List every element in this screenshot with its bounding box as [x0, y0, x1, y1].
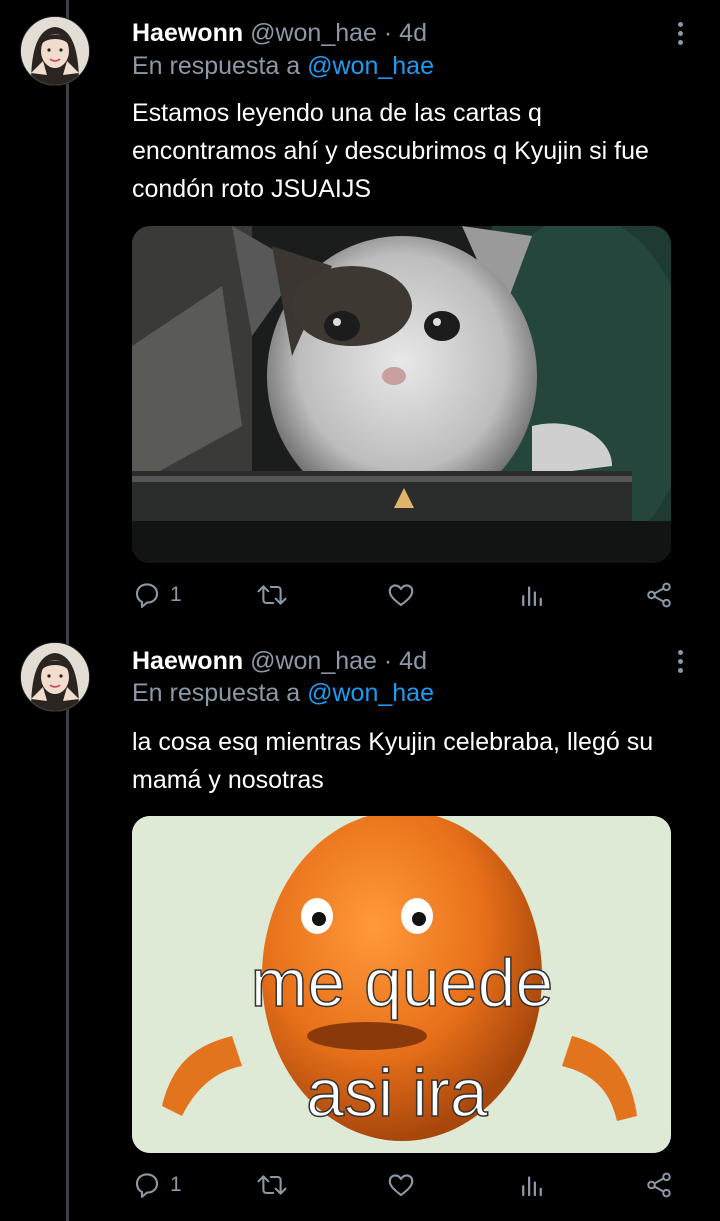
- separator-dot: ·: [383, 19, 393, 47]
- reply-count: 1: [170, 1173, 182, 1196]
- retweet-button[interactable]: [256, 1168, 288, 1202]
- reply-context: En respuesta a @won_hae: [132, 678, 434, 708]
- reply-prefix: En respuesta a: [132, 679, 301, 707]
- author-handle[interactable]: @won_hae: [250, 647, 377, 675]
- views-button[interactable]: [517, 1168, 547, 1202]
- tweet-text-line: encontramos ahí y descubrimos q Kyujin s…: [132, 137, 649, 165]
- views-button[interactable]: [517, 578, 547, 612]
- author-name[interactable]: Haewonn: [132, 647, 243, 675]
- reply-prefix: En respuesta a: [132, 52, 301, 80]
- reply-mention-link[interactable]: @won_hae: [307, 679, 434, 707]
- reply-count: 1: [170, 583, 182, 606]
- retweet-icon: [257, 1175, 287, 1195]
- tweet-text-line: la cosa esq mientras Kyujin celebraba, l…: [132, 728, 654, 756]
- tweet-text-line: Estamos leyendo una de las cartas q: [132, 99, 542, 127]
- analytics-icon: [522, 1176, 542, 1197]
- timestamp[interactable]: 4d: [399, 19, 427, 47]
- meme-caption-line: me quede: [251, 945, 553, 1021]
- tweet-actions: 1: [132, 578, 692, 612]
- tweet-header: Haewonn @won_hae · 4d: [132, 18, 427, 48]
- tweet-text-line: mamá y nosotras: [132, 766, 324, 794]
- share-button[interactable]: [644, 578, 674, 612]
- avatar-photo: [21, 643, 89, 711]
- reply-context: En respuesta a @won_hae: [132, 51, 434, 81]
- tweet[interactable]: Haewonn @won_hae · 4d En respuesta a @wo…: [0, 0, 720, 640]
- tweet-image[interactable]: [132, 226, 671, 563]
- like-button[interactable]: [386, 1168, 416, 1202]
- retweet-button[interactable]: [256, 578, 288, 612]
- reply-mention-link[interactable]: @won_hae: [307, 52, 434, 80]
- timestamp[interactable]: 4d: [399, 647, 427, 675]
- kitten-photo: [132, 226, 671, 563]
- avatar[interactable]: [20, 642, 90, 712]
- tweet-image[interactable]: me quede asi ira: [132, 816, 671, 1153]
- more-options-icon[interactable]: [668, 646, 692, 676]
- reply-button[interactable]: 1: [132, 578, 182, 612]
- share-icon: [647, 1172, 671, 1198]
- orange-meme: me quede asi ira: [132, 816, 671, 1153]
- like-button[interactable]: [386, 578, 416, 612]
- reply-icon: [135, 583, 159, 608]
- avatar[interactable]: [20, 16, 90, 86]
- tweet-text: Estamos leyendo una de las cartas q enco…: [132, 94, 692, 208]
- author-handle[interactable]: @won_hae: [250, 19, 377, 47]
- tweet-text: la cosa esq mientras Kyujin celebraba, l…: [132, 723, 692, 799]
- tweet-header: Haewonn @won_hae · 4d: [132, 646, 427, 676]
- heart-icon: [388, 1174, 414, 1197]
- tweet-actions: 1: [132, 1168, 692, 1202]
- share-icon: [647, 582, 671, 608]
- author-name[interactable]: Haewonn: [132, 19, 243, 47]
- share-button[interactable]: [644, 1168, 674, 1202]
- reply-icon: [135, 1173, 159, 1198]
- retweet-icon: [257, 585, 287, 605]
- heart-icon: [388, 584, 414, 607]
- reply-button[interactable]: 1: [132, 1168, 182, 1202]
- tweet-text-line: condón roto JSUAIJS: [132, 175, 372, 203]
- more-options-icon[interactable]: [668, 18, 692, 48]
- separator-dot: ·: [383, 647, 393, 675]
- meme-caption-line: asi ira: [306, 1055, 488, 1131]
- tweet[interactable]: Haewonn @won_hae · 4d En respuesta a @wo…: [0, 640, 720, 1221]
- avatar-photo: [21, 17, 89, 85]
- analytics-icon: [522, 586, 542, 607]
